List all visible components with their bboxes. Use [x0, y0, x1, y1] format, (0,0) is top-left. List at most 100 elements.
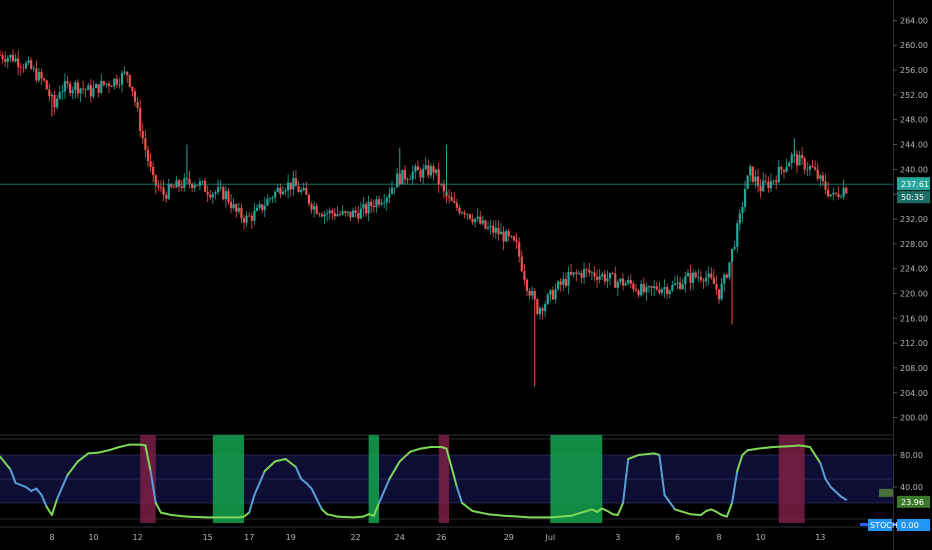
candle-body — [562, 279, 565, 285]
stoch-line-segment — [788, 444, 801, 448]
candle-body — [588, 269, 591, 273]
candle-body — [383, 202, 386, 204]
candle-body — [74, 82, 77, 90]
time-tick-label: 26 — [436, 533, 446, 542]
price-tick-label: 248.00 — [900, 116, 928, 125]
candle-body — [782, 169, 786, 172]
stoch-line-segment — [772, 445, 791, 448]
candle-body — [372, 206, 375, 208]
candle-body — [40, 72, 43, 79]
candle-body — [22, 67, 25, 69]
candle-body — [494, 227, 497, 233]
time-tick-label: 12 — [132, 533, 142, 542]
candle-body — [424, 165, 427, 169]
candle-body — [582, 268, 586, 278]
stoch-line-segment — [336, 515, 355, 519]
candle-body — [411, 171, 414, 180]
candle-body — [136, 101, 139, 108]
candle-body — [338, 214, 342, 215]
candle-body — [666, 287, 669, 294]
candle-body — [349, 211, 352, 218]
candle-body — [419, 170, 422, 178]
stoch-line-segment — [419, 446, 432, 450]
candle-body — [528, 290, 531, 296]
candle-body — [751, 166, 754, 182]
candle-body — [593, 272, 596, 277]
candle-body — [627, 280, 630, 284]
candle-body — [450, 196, 453, 201]
candle-body — [351, 210, 355, 218]
price-tick-label: 220.00 — [900, 289, 928, 298]
candle-body — [616, 281, 619, 288]
candle-body — [447, 196, 451, 198]
candle-body — [645, 286, 648, 293]
candle-body — [333, 213, 336, 217]
candle-body — [110, 86, 113, 87]
candle-body — [481, 220, 484, 224]
candle-body — [357, 212, 360, 219]
chart-root: 264.00 260.00 256.00 252.00 248.00 244.00 240.… — [0, 0, 932, 550]
candle-body — [619, 278, 622, 282]
candle-body — [712, 277, 715, 285]
time-tick-label: 15 — [203, 533, 213, 542]
candle-body — [458, 207, 461, 213]
candle-body — [738, 213, 741, 224]
candle-body — [606, 278, 609, 282]
candle-body — [253, 210, 256, 221]
candle-body — [736, 223, 739, 247]
overbought-zone — [140, 435, 156, 523]
candle-body — [767, 181, 770, 189]
time-tick-label: Jul — [545, 533, 556, 542]
candle-body — [341, 211, 344, 215]
stoch-line-segment — [741, 449, 749, 456]
stoch-line-segment — [185, 515, 209, 519]
candle-body — [318, 213, 321, 215]
candle-body — [344, 211, 347, 213]
stoch-line-segment — [97, 449, 111, 454]
candle-body — [71, 89, 74, 94]
stoch-line-segment — [746, 447, 760, 452]
candle-body — [222, 187, 225, 200]
candle-body — [634, 289, 638, 291]
candle-body — [245, 215, 248, 223]
price-tick-label: 256.00 — [900, 66, 928, 75]
candle-body — [165, 194, 168, 199]
candle-body — [806, 169, 809, 171]
candle-body — [632, 283, 635, 290]
candle-body — [258, 204, 261, 208]
candle-body — [183, 178, 186, 188]
candle-body — [827, 189, 830, 197]
candle-body — [471, 218, 474, 223]
candle-body — [100, 81, 103, 93]
candle-body — [331, 210, 334, 214]
stoch-zero-value: 0.00 — [901, 521, 919, 530]
candle-body — [546, 294, 549, 304]
candle-body — [676, 282, 679, 284]
price-tick-label: 232.00 — [900, 215, 928, 224]
candle-body — [144, 138, 147, 150]
trading-chart[interactable]: 264.00260.00256.00252.00248.00244.00240.… — [0, 0, 932, 550]
candle-body — [775, 180, 778, 183]
candle-body — [759, 186, 762, 192]
time-tick-label: 6 — [675, 533, 680, 542]
candle-body — [728, 262, 731, 278]
stoch-line-segment — [616, 502, 625, 516]
candle-body — [261, 204, 264, 211]
candle-body — [598, 276, 601, 280]
candle-body — [429, 166, 433, 176]
candle-body — [14, 58, 17, 62]
candle-body — [19, 66, 22, 68]
candle-body — [499, 231, 503, 235]
candle-body — [336, 214, 339, 217]
candle-body — [595, 276, 599, 280]
candle-body — [780, 166, 783, 170]
candle-body — [92, 88, 95, 97]
candle-body — [832, 192, 835, 195]
candle-body — [580, 272, 583, 278]
candle-body — [689, 272, 692, 283]
candle-body — [601, 274, 604, 277]
candle-body — [515, 240, 518, 243]
candle-body — [730, 248, 734, 263]
candle-body — [45, 80, 48, 90]
candle-body — [484, 220, 487, 229]
